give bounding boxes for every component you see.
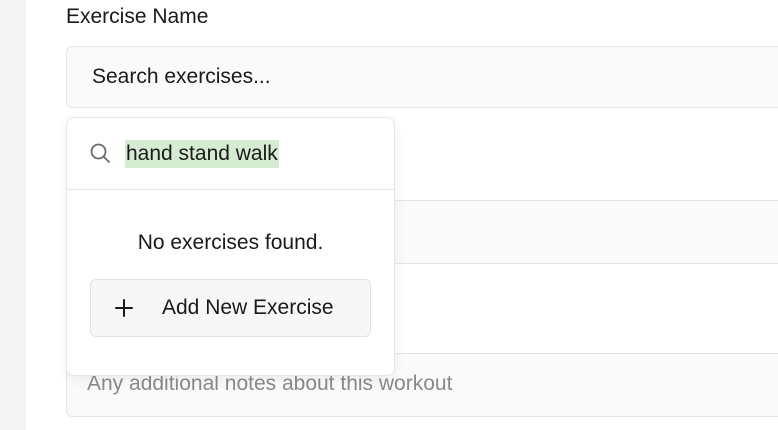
plus-icon xyxy=(115,299,133,317)
exercise-search-combobox[interactable]: Search exercises... xyxy=(66,46,778,108)
dropdown-search-input[interactable]: hand stand walk xyxy=(125,140,279,168)
add-new-exercise-label: Add New Exercise xyxy=(162,296,334,319)
search-icon xyxy=(90,143,110,163)
exercise-dropdown: hand stand walk No exercises found. Add … xyxy=(66,117,395,376)
empty-state-message: No exercises found. xyxy=(137,231,324,254)
add-new-exercise-button[interactable]: Add New Exercise xyxy=(90,279,371,337)
sidebar-edge xyxy=(0,0,26,430)
dropdown-search-bar: hand stand walk xyxy=(67,118,394,190)
exercise-name-label: Exercise Name xyxy=(66,5,209,28)
page: Exercise Name Search exercises... Any ad… xyxy=(0,0,778,430)
exercise-search-placeholder: Search exercises... xyxy=(92,65,271,88)
